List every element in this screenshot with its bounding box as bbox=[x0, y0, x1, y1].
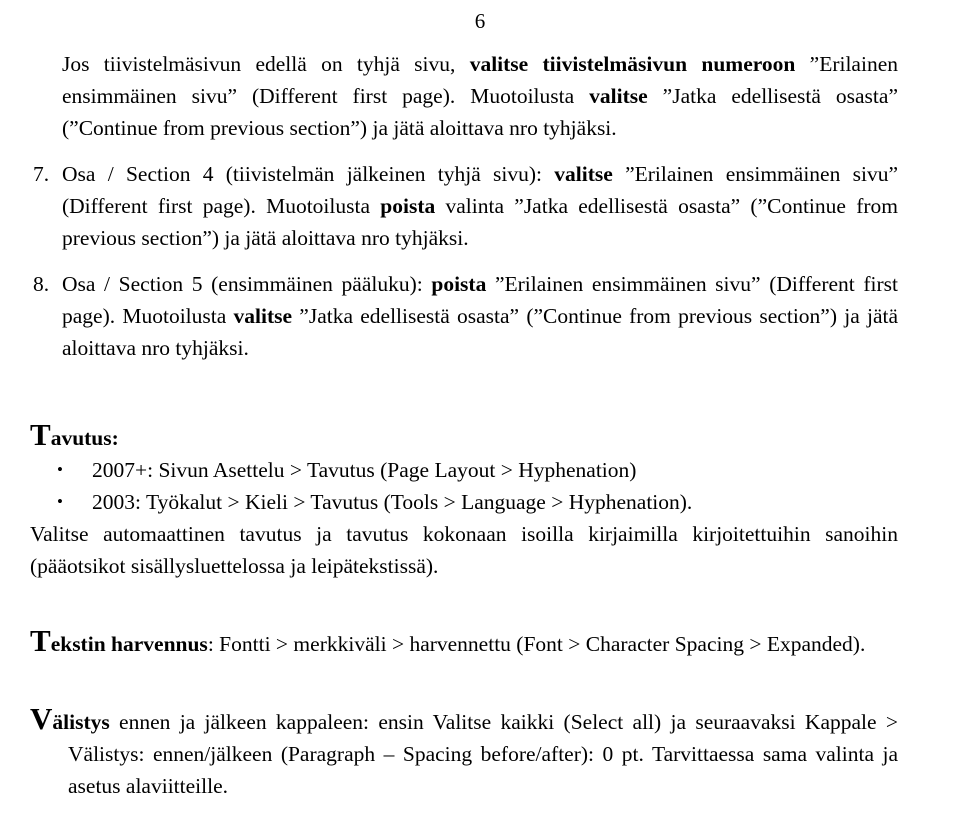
list-item-marker: 7. bbox=[33, 162, 50, 186]
emphasis-valitse: valitse bbox=[589, 84, 648, 108]
heading-tavutus: Tavutus: bbox=[30, 419, 898, 454]
heading-text: ekstin harvennus bbox=[50, 632, 208, 656]
paragraph-item6-continuation: Jos tiivistelmäsivun edellä on tyhjä siv… bbox=[62, 48, 898, 144]
bullet-text: 2003: Työkalut > Kieli > Tavutus (Tools … bbox=[92, 490, 693, 514]
bullet-list-tavutus: • 2007+: Sivun Asettelu > Tavutus (Page L… bbox=[30, 454, 898, 518]
emphasis-action: valitse bbox=[554, 162, 613, 186]
list-item: 8. Osa / Section 5 (ensimmäinen pääluku):… bbox=[30, 268, 898, 364]
emphasis-action: valitse bbox=[233, 304, 293, 328]
document-page: 6 Jos tiivistelmäsivun edellä on tyhjä s… bbox=[0, 0, 960, 825]
bullet-dot-icon: • bbox=[57, 460, 63, 479]
page-content: Jos tiivistelmäsivun edellä on tyhjä siv… bbox=[30, 48, 898, 802]
page-number: 6 bbox=[474, 9, 486, 33]
emphasis-action: poista bbox=[431, 272, 487, 296]
bullet-text: 2007+: Sivun Asettelu > Tavutus (Page La… bbox=[92, 458, 637, 482]
paragraph-tavutus-note: Valitse automaattinen tavutus ja tavutus… bbox=[30, 522, 898, 578]
paragraph-tekstin-harvennus: Tekstin harvennus: Fontti > merkkiväli >… bbox=[30, 625, 898, 660]
heading-initial-letter: V bbox=[30, 701, 53, 736]
heading-text: avutus bbox=[50, 426, 112, 450]
emphasis-action: poista bbox=[380, 194, 436, 218]
emphasis-valitse-tiivistelmasivun-numeroon: valitse tiivistelmäsivun numeroon bbox=[469, 52, 796, 76]
list-item: • 2007+: Sivun Asettelu > Tavutus (Page L… bbox=[30, 454, 898, 486]
list-item-marker: 8. bbox=[33, 272, 50, 296]
list-item: • 2003: Työkalut > Kieli > Tavutus (Tools… bbox=[30, 486, 898, 518]
text-segment: Fontti > merkkiväli > harvennettu (Font … bbox=[213, 632, 866, 656]
text-segment: Jos tiivistelmäsivun edellä on tyhjä siv… bbox=[62, 52, 470, 76]
numbered-list: 7. Osa / Section 4 (tiivistelmän jälkeine… bbox=[30, 158, 898, 364]
text-segment: Osa / Section 5 (ensimmäinen pääluku): bbox=[62, 272, 432, 296]
heading-text: älistys bbox=[52, 710, 110, 734]
text-segment: ennen ja jälkeen kappaleen: ensin Valits… bbox=[68, 710, 898, 798]
paragraph-valistys: Välistys ennen ja jälkeen kappaleen: ens… bbox=[30, 703, 898, 802]
bullet-dot-icon: • bbox=[57, 492, 63, 511]
heading-initial-letter: T bbox=[30, 623, 51, 658]
heading-initial-letter: T bbox=[30, 417, 51, 452]
list-item: 7. Osa / Section 4 (tiivistelmän jälkeine… bbox=[30, 158, 898, 254]
heading-colon: : bbox=[111, 426, 119, 450]
text-segment: Osa / Section 4 (tiivistelmän jälkeinen … bbox=[62, 162, 555, 186]
